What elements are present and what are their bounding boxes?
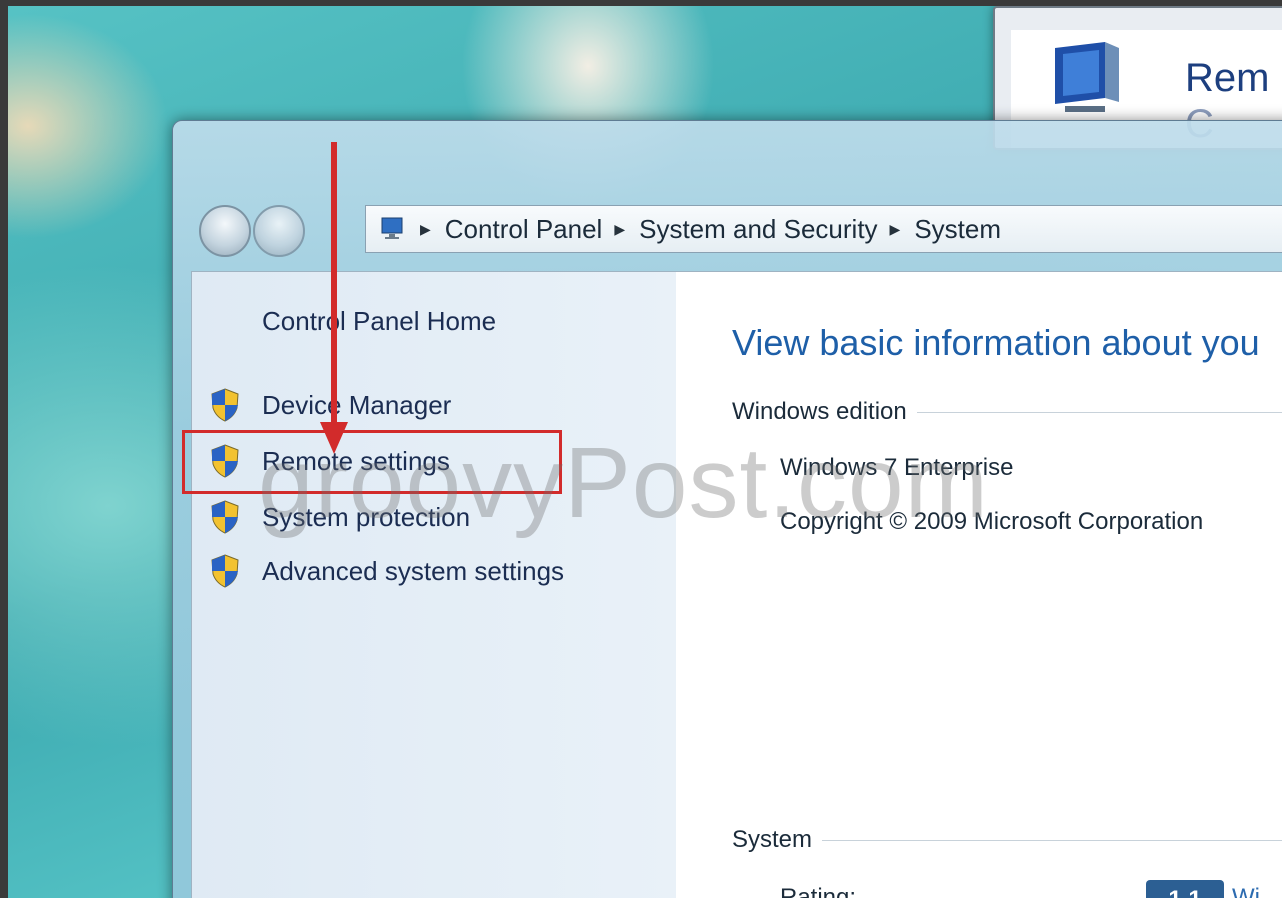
- chevron-right-icon[interactable]: ▶: [614, 221, 625, 238]
- sidebar-item-label: Advanced system settings: [262, 555, 565, 586]
- windows-edition-group-label: Windows edition: [732, 398, 1282, 426]
- task-sidebar: Control Panel Home Device Manager Remote…: [192, 272, 676, 898]
- main-panel: View basic information about you Windows…: [676, 272, 1282, 898]
- uac-shield-icon: [211, 554, 239, 588]
- system-label: System: [732, 826, 813, 853]
- experience-index-badge[interactable]: 1.1: [1146, 880, 1224, 898]
- experience-index-link[interactable]: Wi: [1232, 884, 1260, 898]
- watermark-text: groovyPost.com: [258, 427, 989, 539]
- breadcrumb-system[interactable]: System: [914, 214, 1001, 245]
- chevron-right-icon[interactable]: ▶: [420, 221, 431, 238]
- system-group-label: System: [732, 826, 1282, 854]
- group-divider: [822, 839, 1282, 841]
- group-divider: [916, 411, 1282, 413]
- uac-shield-icon: [211, 500, 239, 534]
- desktop-background: Rem C ▶ Control Panel ▶ System and Secur…: [8, 6, 1282, 898]
- address-bar[interactable]: ▶ Control Panel ▶ System and Security ▶ …: [365, 205, 1282, 253]
- control-panel-icon: [381, 217, 403, 239]
- rating-label: Rating:: [780, 884, 857, 898]
- breadcrumb-control-panel[interactable]: Control Panel: [445, 214, 603, 245]
- remote-computer-icon: [1055, 42, 1119, 112]
- page-title: View basic information about you: [732, 322, 1260, 363]
- control-panel-home-link[interactable]: Control Panel Home: [262, 306, 496, 337]
- uac-shield-icon: [211, 388, 239, 422]
- forward-button[interactable]: [253, 205, 305, 257]
- breadcrumb-system-and-security[interactable]: System and Security: [639, 214, 877, 245]
- chevron-right-icon[interactable]: ▶: [890, 221, 901, 238]
- background-dialog-title: Rem: [1185, 56, 1270, 100]
- windows-edition-label: Windows edition: [732, 398, 907, 425]
- back-button[interactable]: [199, 205, 251, 257]
- annotation-arrow: [320, 142, 348, 454]
- sidebar-item-advanced-system-settings[interactable]: Advanced system settings: [210, 554, 564, 588]
